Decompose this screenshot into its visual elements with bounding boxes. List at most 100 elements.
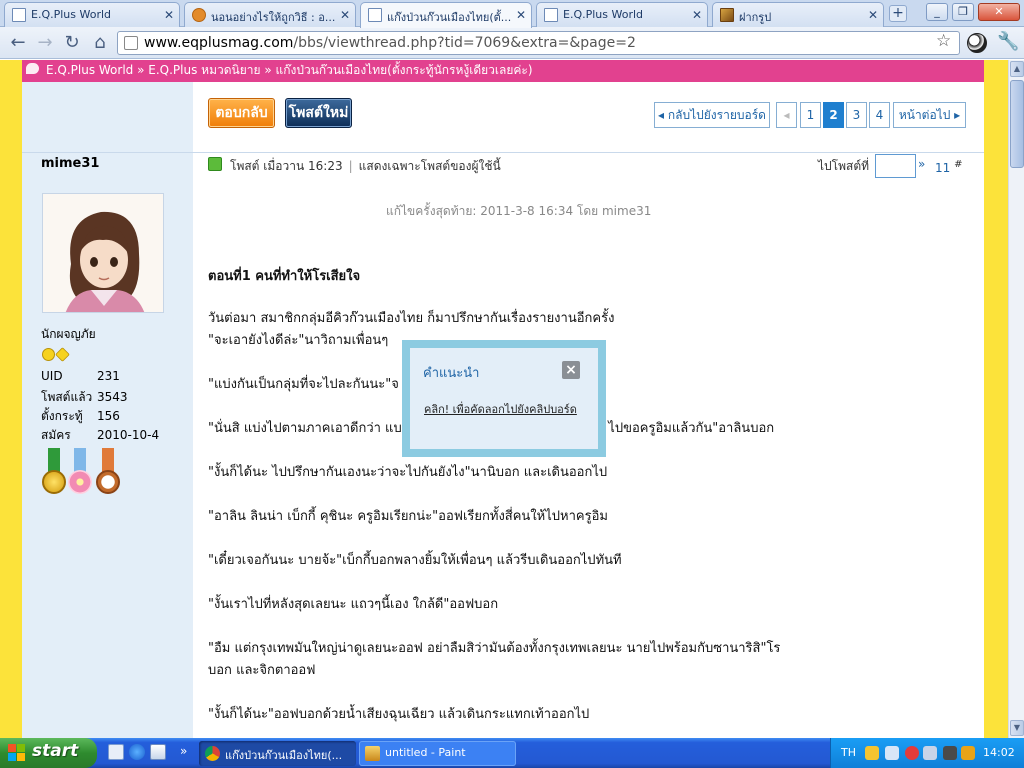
wrench-menu-icon[interactable]: 🔧 bbox=[997, 31, 1019, 52]
star-icon bbox=[55, 347, 70, 362]
task-label: untitled - Paint bbox=[385, 746, 466, 759]
paragraph: "งั้นก็ได้นะ ไปปรึกษากันเองนะว่าจะไปกันย… bbox=[208, 465, 608, 480]
scroll-up-arrow-icon[interactable]: ▲ bbox=[1010, 61, 1024, 77]
tab-label: E.Q.Plus World bbox=[563, 8, 644, 21]
start-label: start bbox=[32, 741, 79, 761]
quicklaunch-more-icon[interactable]: » bbox=[180, 744, 196, 760]
reload-icon[interactable]: ↻ bbox=[60, 31, 84, 55]
edited-note: แก้ไขครั้งสุดท้าย: 2011-3-8 16:34 โดย mi… bbox=[386, 204, 652, 218]
volume-icon[interactable] bbox=[923, 746, 937, 760]
taskbar-item-chrome[interactable]: แก๊งป่วนก๊วนเมืองไทย(... bbox=[199, 741, 356, 766]
avatar[interactable] bbox=[42, 193, 164, 313]
back-to-board-link[interactable]: ◂ กลับไปยังรายบอร์ด bbox=[654, 102, 770, 128]
chrome-icon bbox=[205, 746, 220, 761]
home-icon[interactable]: ⌂ bbox=[88, 31, 112, 55]
tray-app-icon[interactable] bbox=[961, 746, 975, 760]
tab-close-icon[interactable]: ✕ bbox=[340, 8, 350, 22]
bookmark-star-icon[interactable]: ☆ bbox=[936, 31, 951, 51]
tab-close-icon[interactable]: ✕ bbox=[868, 8, 878, 22]
system-tray: TH 14:02 bbox=[830, 738, 1024, 768]
smiley-icon bbox=[42, 348, 55, 361]
stat-value: 3543 bbox=[97, 390, 128, 404]
new-post-button[interactable]: โพสต์ใหม่ bbox=[285, 98, 352, 128]
stat-key: ตั้งกระทู้ bbox=[41, 409, 83, 423]
next-page-button[interactable]: หน้าต่อไป ▸ bbox=[893, 102, 966, 128]
reply-button[interactable]: ตอบกลับ bbox=[208, 98, 275, 128]
url-domain: www.eqplusmag.com bbox=[144, 35, 294, 51]
hash-icon: # bbox=[954, 159, 963, 170]
tab-close-icon[interactable]: ✕ bbox=[164, 8, 174, 22]
page-icon bbox=[124, 36, 138, 50]
stat-value: 2010-10-4 bbox=[97, 428, 160, 442]
forward-arrow-icon[interactable]: → bbox=[33, 31, 57, 55]
antivirus-icon[interactable] bbox=[905, 746, 919, 760]
tab-close-icon[interactable]: ✕ bbox=[516, 8, 526, 22]
taskbar-item-paint[interactable]: untitled - Paint bbox=[359, 741, 516, 766]
tab-label: ฝากรูป bbox=[739, 11, 772, 24]
scrollbar-thumb[interactable] bbox=[1010, 80, 1024, 168]
minimize-button[interactable]: _ bbox=[926, 3, 948, 21]
documents-icon[interactable] bbox=[150, 744, 166, 760]
post-icon bbox=[208, 157, 222, 171]
stat-row: UID 231 bbox=[41, 369, 159, 388]
language-indicator[interactable]: TH bbox=[841, 746, 856, 759]
network-icon[interactable] bbox=[885, 746, 899, 760]
tooltip-popup: คำแนะนำ × คลิก! เพื่อคัดลอกไปยังคลิปบอร์… bbox=[402, 340, 606, 457]
clock[interactable]: 14:02 bbox=[983, 746, 1015, 759]
goto-post-button[interactable]: » bbox=[918, 157, 925, 171]
page-link-3[interactable]: 3 bbox=[846, 102, 867, 128]
internet-explorer-icon[interactable] bbox=[129, 744, 145, 760]
copy-to-clipboard-link[interactable]: คลิก! เพื่อคัดลอกไปยังคลิปบอร์ด bbox=[424, 400, 577, 418]
show-only-author-link[interactable]: แสดงเฉพาะโพสต์ของผู้ใช้นี้ bbox=[359, 159, 501, 173]
tab-strip: E.Q.Plus World ✕ นอนอย่างไรให้ถูกวิธี : … bbox=[0, 0, 1024, 28]
page-link-4[interactable]: 4 bbox=[869, 102, 890, 128]
stat-value: 156 bbox=[97, 409, 120, 423]
task-label: แก๊งป่วนก๊วนเมืองไทย(... bbox=[225, 749, 343, 762]
close-window-button[interactable]: ✕ bbox=[978, 3, 1020, 21]
tab-close-icon[interactable]: ✕ bbox=[692, 8, 702, 22]
show-desktop-icon[interactable] bbox=[108, 744, 124, 760]
goto-post-input[interactable] bbox=[875, 154, 916, 178]
prev-page-button[interactable]: ◂ bbox=[776, 102, 797, 128]
tab-sleep-article[interactable]: นอนอย่างไรให้ถูกวิธี : อ... ✕ bbox=[184, 2, 356, 27]
rank-icons bbox=[42, 347, 70, 362]
author-name[interactable]: mime31 bbox=[41, 156, 99, 171]
scroll-down-arrow-icon[interactable]: ▼ bbox=[1010, 720, 1024, 736]
tab-upload-image[interactable]: ฝากรูป ✕ bbox=[712, 2, 884, 27]
character-medal-icon[interactable] bbox=[96, 448, 120, 502]
breadcrumb: E.Q.Plus World » E.Q.Plus หมวดนิยาย » แก… bbox=[22, 60, 984, 82]
breadcrumb-text[interactable]: E.Q.Plus World » E.Q.Plus หมวดนิยาย » แก… bbox=[46, 63, 533, 77]
site-favicon-icon bbox=[192, 8, 206, 22]
tray-app-icon[interactable] bbox=[943, 746, 957, 760]
page-link-1[interactable]: 1 bbox=[800, 102, 821, 128]
address-bar[interactable]: www.eqplusmag.com/bbs/viewthread.php?tid… bbox=[117, 31, 960, 55]
tab-eqplus-world-2[interactable]: E.Q.Plus World ✕ bbox=[536, 2, 708, 27]
page-link-2-current[interactable]: 2 bbox=[823, 102, 844, 128]
paragraph: "อาลิน ลินน่า เบ็กกี้ คุชินะ ครูอิมเรียก… bbox=[208, 509, 608, 524]
post-number[interactable]: 11 # bbox=[935, 159, 963, 175]
paint-icon bbox=[365, 746, 380, 761]
back-arrow-icon[interactable]: ← bbox=[6, 31, 30, 55]
image-favicon-icon bbox=[720, 8, 734, 22]
close-icon[interactable]: × bbox=[562, 361, 580, 379]
start-button[interactable]: start bbox=[0, 738, 97, 768]
medal-icon[interactable] bbox=[42, 448, 66, 502]
flower-medal-icon[interactable] bbox=[68, 448, 92, 502]
tab-label: แก๊งป่วนก๊วนเมืองไทย(ตั้... bbox=[387, 11, 512, 24]
tab-current-thread[interactable]: แก๊งป่วนก๊วนเมืองไทย(ตั้... ✕ bbox=[360, 2, 532, 28]
restore-button[interactable]: ❐ bbox=[952, 3, 974, 21]
tab-eqplus-world-1[interactable]: E.Q.Plus World ✕ bbox=[4, 2, 180, 27]
divider bbox=[193, 152, 984, 153]
new-tab-button[interactable]: + bbox=[889, 5, 907, 22]
help-icon[interactable] bbox=[865, 746, 879, 760]
vertical-scrollbar[interactable]: ▲ ▼ bbox=[1008, 60, 1024, 738]
tab-label: E.Q.Plus World bbox=[31, 8, 112, 21]
soccer-ball-extension-icon[interactable] bbox=[967, 33, 987, 53]
page-icon bbox=[368, 8, 382, 22]
post-content: ตอนที่1 คนที่ทำให้โรเสียใจ วันต่อมา สมาช… bbox=[208, 266, 968, 738]
stat-key: UID bbox=[41, 369, 63, 383]
paragraph: "งั้นเราไปที่หลังสุดเลยนะ แถวๆนี้เอง ใกล… bbox=[208, 597, 499, 612]
paragraph: "เดี๋ยวเจอกันนะ บายจ้ะ"เบ็กกี้บอกพลางยิ้… bbox=[208, 553, 622, 568]
stat-row: สมัคร 2010-10-4 bbox=[41, 426, 159, 445]
windows-logo-icon bbox=[8, 744, 26, 762]
